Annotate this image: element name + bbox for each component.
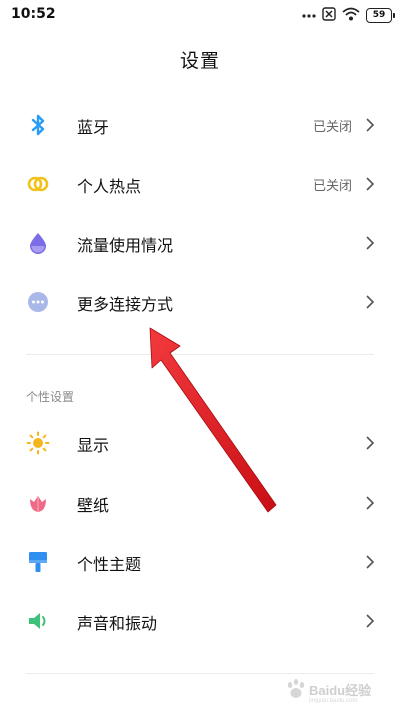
dnd-x-icon [302, 6, 316, 25]
chevron-right-icon [365, 435, 375, 451]
section-header-personalization: 个性设置 [26, 390, 75, 404]
settings-item-label: 蓝牙 [77, 118, 110, 137]
theme-icon [26, 550, 50, 574]
settings-item-wallpaper[interactable]: 壁纸 [0, 478, 400, 528]
settings-item-data-usage[interactable]: 流量使用情况 [0, 218, 400, 268]
chevron-right-icon [365, 495, 375, 511]
svg-text:Baidu经验: Baidu经验 [309, 683, 372, 698]
wallpaper-icon [26, 491, 50, 515]
settings-item-label: 个性主题 [77, 555, 142, 574]
settings-item-label: 个人热点 [77, 177, 142, 196]
display-icon [26, 431, 50, 455]
settings-item-hotspot[interactable]: 个人热点 已关闭 [0, 159, 400, 209]
settings-item-sound[interactable]: 声音和振动 [0, 596, 400, 646]
more-connections-icon [26, 290, 50, 314]
settings-item-value: 已关闭 [312, 120, 352, 135]
settings-item-display[interactable]: 显示 [0, 418, 400, 468]
settings-item-label: 更多连接方式 [77, 295, 174, 314]
settings-item-label: 声音和振动 [77, 614, 158, 633]
chevron-right-icon [365, 117, 375, 133]
section-divider [26, 673, 374, 674]
svg-text:jingyan.baidu.com: jingyan.baidu.com [308, 698, 357, 703]
watermark-logo: Baidu经验 jingyan.baidu.com [282, 677, 382, 704]
hotspot-icon [26, 172, 50, 196]
settings-item-bluetooth[interactable]: 蓝牙 已关闭 [0, 100, 400, 150]
data-usage-icon [26, 231, 50, 255]
settings-item-more-connections[interactable]: 更多连接方式 [0, 277, 400, 327]
settings-item-label: 壁纸 [77, 496, 110, 515]
status-bar: 10:52 59 [0, 0, 400, 30]
section-divider [26, 354, 374, 355]
status-time: 10:52 [11, 6, 56, 22]
chevron-right-icon [365, 235, 375, 251]
settings-item-theme[interactable]: 个性主题 [0, 537, 400, 587]
chevron-right-icon [365, 294, 375, 310]
settings-item-value: 已关闭 [312, 179, 352, 194]
settings-item-label: 显示 [77, 436, 110, 455]
wifi-icon [342, 6, 360, 25]
chevron-right-icon [365, 613, 375, 629]
page-title: 设置 [179, 50, 220, 72]
chevron-right-icon [365, 554, 375, 570]
chevron-right-icon [365, 176, 375, 192]
sound-icon [26, 609, 50, 633]
battery-icon: 59 [366, 7, 395, 23]
settings-item-label: 流量使用情况 [77, 236, 174, 255]
bluetooth-icon [26, 113, 50, 137]
sim-x-icon [322, 6, 336, 25]
status-icons: 59 [302, 6, 395, 25]
